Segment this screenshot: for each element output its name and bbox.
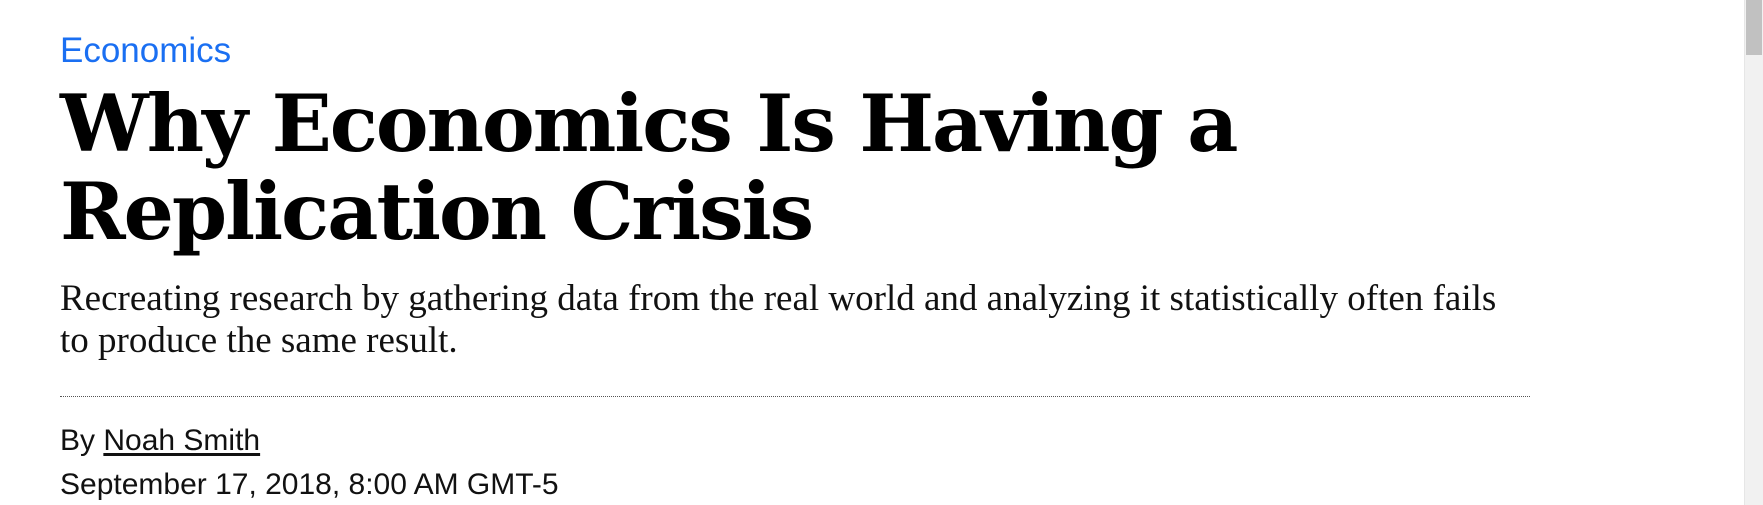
category-link[interactable]: Economics <box>60 28 231 74</box>
publish-timestamp: September 17, 2018, 8:00 AM GMT-5 <box>60 468 559 501</box>
vertical-scrollbar[interactable] <box>1744 0 1763 505</box>
divider <box>60 396 1530 397</box>
author-link[interactable]: Noah Smith <box>103 424 260 457</box>
scrollbar-thumb[interactable] <box>1746 0 1762 55</box>
byline: By Noah Smith <box>60 421 1530 461</box>
byline-prefix: By <box>60 424 96 457</box>
article-header: Economics Why Economics Is Having a Repl… <box>60 28 1530 505</box>
headline: Why Economics Is Having a Replication Cr… <box>60 77 1238 258</box>
article-dek: Recreating research by gathering data fr… <box>60 278 1497 361</box>
